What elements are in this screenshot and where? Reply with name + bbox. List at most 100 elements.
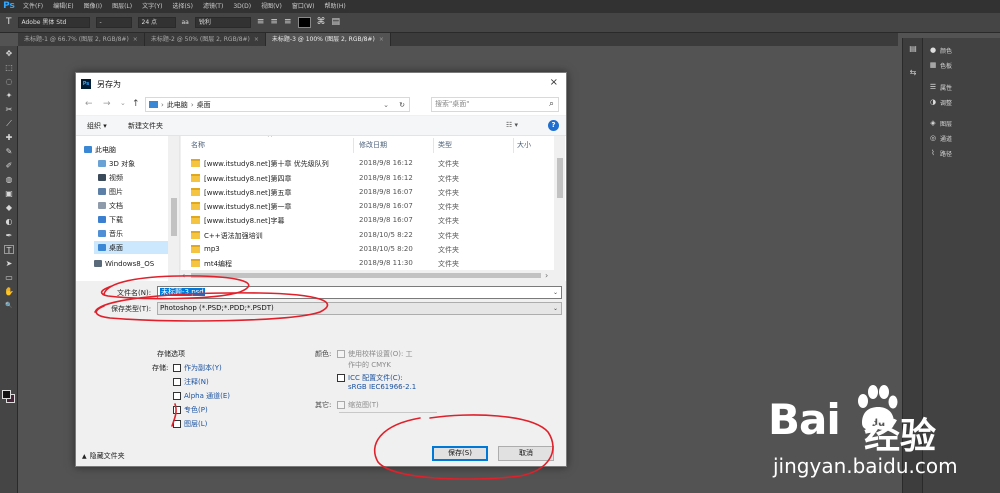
healing-tool-icon[interactable]: ✚ [4,133,14,142]
panel-swatches[interactable]: ▦ 色板 [929,59,952,71]
nav-item-videos[interactable]: 视频 [98,171,123,184]
hide-folders-toggle[interactable]: ▲ 隐藏文件夹 [82,451,125,461]
menu-layer[interactable]: 图层(L) [107,0,137,13]
file-list-hscroll-thumb[interactable] [191,273,541,278]
organize-button[interactable]: 组织 ▾ [87,121,107,131]
menu-view[interactable]: 视图(V) [256,0,287,13]
breadcrumb-desktop[interactable]: 桌面 [197,100,211,110]
font-family-select[interactable]: Adobe 黑体 Std [17,17,90,28]
arrange-panel-icon[interactable]: ⇆ [908,68,918,78]
tab-doc-3[interactable]: 未标题-3 @ 100% (图层 2, RGB/8#) × [265,33,391,46]
refresh-icon[interactable]: ↻ [399,101,405,109]
panel-color[interactable]: ● 颜色 [929,44,952,56]
align-right-icon[interactable]: ≡ [284,17,292,28]
warp-text-icon[interactable]: ⌘ [317,17,326,28]
menu-3d[interactable]: 3D(D) [228,0,256,13]
file-row[interactable]: C++语法加强培训 2018/10/5 8:22 文件夹 [181,229,553,242]
marquee-tool-icon[interactable]: ⬚ [4,63,14,72]
column-header-date[interactable]: 修改日期 [359,140,387,150]
nav-item-downloads[interactable]: 下载 [98,213,123,226]
save-button[interactable]: 保存(S) [432,446,488,461]
path-select-tool-icon[interactable]: ➤ [4,259,14,268]
filetype-select[interactable]: Photoshop (*.PSD;*.PDD;*.PSDT) ⌄ [157,302,562,315]
file-row[interactable]: [www.itstudy8.net]第四章 2018/9/8 16:12 文件夹 [181,172,553,185]
icc-profile-checkbox[interactable] [337,374,345,382]
column-header-type[interactable]: 类型 [438,140,452,150]
close-icon[interactable]: × [550,77,558,88]
history-brush-tool-icon[interactable]: ◍ [4,175,14,184]
nav-item-pictures[interactable]: 图片 [98,185,123,198]
gradient-tool-icon[interactable]: ◆ [4,203,14,212]
nav-item-3d-objects[interactable]: 3D 对象 [98,157,135,170]
annotations-checkbox[interactable] [173,378,181,386]
quick-select-tool-icon[interactable]: ✦ [4,91,14,100]
file-row[interactable]: [www.itstudy8.net]第十章 优先级队列 2018/9/8 16:1… [181,157,553,170]
clone-stamp-tool-icon[interactable]: ✐ [4,161,14,170]
menu-file[interactable]: 文件(F) [18,0,48,13]
shape-tool-icon[interactable]: ▭ [4,273,14,282]
eraser-tool-icon[interactable]: ▣ [4,189,14,198]
option-as-copy[interactable]: 作为副本(Y) [173,363,222,373]
font-size-select[interactable]: 24 点 [137,17,176,28]
help-icon[interactable]: ? [548,120,559,131]
address-dropdown-icon[interactable]: ⌄ [383,101,389,109]
address-bar[interactable]: › 此电脑 › 桌面 ⌄ ↻ [145,97,410,112]
menu-image[interactable]: 图像(I) [79,0,107,13]
forward-arrow-icon[interactable]: → [103,99,111,109]
brush-tool-icon[interactable]: ✎ [4,147,14,156]
filename-input[interactable]: 未标题-3.psd ⌄ [157,286,562,299]
option-spot-colors[interactable]: 专色(P) [173,405,208,415]
menu-window[interactable]: 窗口(W) [287,0,320,13]
panel-paths[interactable]: ⌇ 路径 [929,147,952,159]
hand-tool-icon[interactable]: ✋ [4,287,14,296]
column-header-name[interactable]: 名称 [191,140,205,150]
menu-filter[interactable]: 滤镜(T) [198,0,228,13]
close-icon[interactable]: × [254,36,259,43]
type-tool-icon[interactable]: T [4,245,14,255]
menu-edit[interactable]: 编辑(E) [48,0,78,13]
history-panel-icon[interactable]: ▤ [908,44,918,54]
up-arrow-icon[interactable]: ↑ [132,99,140,109]
align-center-icon[interactable]: ≡ [270,17,278,28]
column-divider[interactable] [433,138,434,153]
option-layers[interactable]: 图层(L) [173,419,207,429]
antialias-select[interactable]: 锐利 [194,17,251,28]
alpha-channels-checkbox[interactable] [173,392,181,400]
breadcrumb-this-pc[interactable]: 此电脑 [167,100,188,110]
column-divider[interactable] [513,138,514,153]
file-row[interactable]: [www.itstudy8.net]第五章 2018/9/8 16:07 文件夹 [181,186,553,199]
new-folder-button[interactable]: 新建文件夹 [128,121,163,131]
nav-item-windows-drive[interactable]: Windows8_OS [94,257,154,270]
foreground-color-swatch[interactable] [2,390,11,399]
view-options-icon[interactable]: ☷ ▾ [506,121,518,129]
tab-doc-2[interactable]: 未标题-2 @ 50% (图层 2, RGB/8#) × [144,33,266,46]
menu-type[interactable]: 文字(Y) [137,0,167,13]
back-arrow-icon[interactable]: ← [85,99,93,109]
column-header-size[interactable]: 大小 [517,140,531,150]
character-panel-icon[interactable]: ▤ [332,17,341,28]
align-left-icon[interactable]: ≡ [257,17,265,28]
nav-item-desktop[interactable]: 桌面 [94,241,168,254]
recent-dropdown-icon[interactable]: ⌄ [120,99,126,107]
spot-colors-checkbox[interactable] [173,406,181,414]
nav-item-documents[interactable]: 文档 [98,199,123,212]
move-tool-icon[interactable]: ✥ [4,49,14,58]
file-row[interactable]: [www.itstudy8.net]字幕 2018/9/8 16:07 文件夹 [181,214,553,227]
cancel-button[interactable]: 取消 [498,446,554,461]
chevron-down-icon[interactable]: ⌄ [553,303,558,314]
pen-tool-icon[interactable]: ✒ [4,231,14,240]
crop-tool-icon[interactable]: ✂ [4,105,14,114]
option-alpha-channels[interactable]: Alpha 通道(E) [173,391,230,401]
file-row[interactable]: [www.itstudy8.net]第一章 2018/9/8 16:07 文件夹 [181,200,553,213]
zoom-tool-icon[interactable]: 🔍 [4,301,14,310]
file-row[interactable]: mp3 2018/10/5 8:20 文件夹 [181,243,553,256]
scroll-right-icon[interactable]: › [545,270,548,281]
nav-item-music[interactable]: 音乐 [98,227,123,240]
tab-doc-1[interactable]: 未标题-1 @ 66.7% (图层 2, RGB/8#) × [18,33,145,46]
nav-scroll-thumb[interactable] [171,198,177,236]
layers-checkbox[interactable] [173,420,181,428]
file-row[interactable]: mt4编程 2018/9/8 11:30 文件夹 [181,257,553,270]
as-copy-checkbox[interactable] [173,364,181,372]
panel-properties[interactable]: ☰ 属性 [929,81,952,93]
font-style-select[interactable]: - [95,17,132,28]
